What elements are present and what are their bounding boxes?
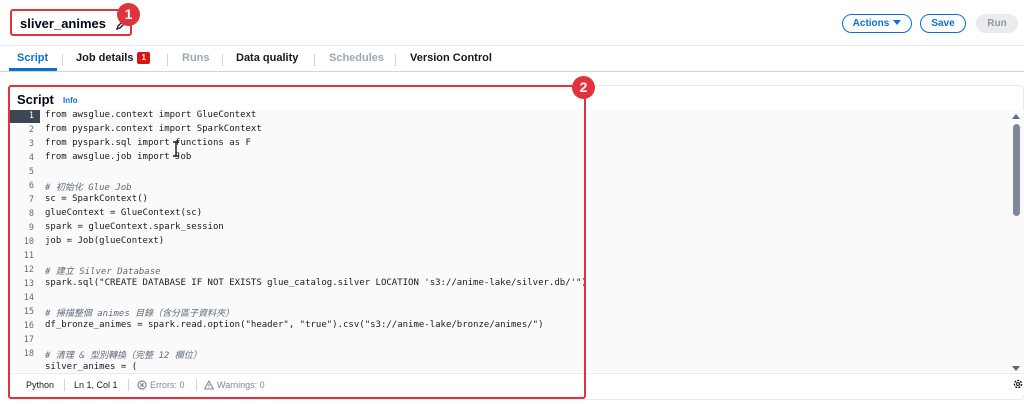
job-name: sliver_animes — [20, 16, 107, 31]
tab-divider — [62, 54, 63, 66]
tab-job-details-label: Job details — [76, 52, 134, 64]
tab-divider — [222, 54, 223, 66]
scrollbar-thumb[interactable] — [1013, 124, 1020, 216]
tab-divider — [167, 54, 168, 66]
annotation-badge-1: 1 — [117, 3, 140, 26]
tab-runs[interactable]: Runs — [182, 52, 210, 64]
gear-icon[interactable] — [1012, 378, 1024, 390]
annotation-highlight-box — [8, 85, 586, 399]
tab-bar: Script Job details 1 Runs Data quality Sc… — [0, 46, 1024, 72]
run-button[interactable]: Run — [976, 14, 1018, 33]
job-name-field[interactable]: sliver_animes — [10, 9, 132, 36]
tab-data-quality[interactable]: Data quality — [236, 52, 298, 64]
scroll-up-arrow-icon[interactable] — [1012, 114, 1020, 119]
page-header: sliver_animes 1 Actions Save Run — [0, 0, 1024, 46]
actions-button-label: Actions — [852, 18, 890, 29]
error-count-badge: 1 — [137, 52, 150, 64]
tab-divider — [314, 54, 315, 66]
tab-version-control[interactable]: Version Control — [410, 52, 492, 64]
annotation-badge-2: 2 — [572, 76, 595, 99]
actions-button[interactable]: Actions — [842, 14, 912, 33]
scroll-down-arrow-icon[interactable] — [1012, 366, 1020, 371]
caret-down-icon — [893, 20, 902, 25]
tab-divider — [395, 54, 396, 66]
active-tab-indicator — [9, 68, 57, 71]
save-button[interactable]: Save — [920, 14, 966, 33]
tab-script[interactable]: Script — [17, 52, 48, 64]
tab-schedules[interactable]: Schedules — [329, 52, 384, 64]
tab-job-details[interactable]: Job details 1 — [76, 52, 150, 64]
